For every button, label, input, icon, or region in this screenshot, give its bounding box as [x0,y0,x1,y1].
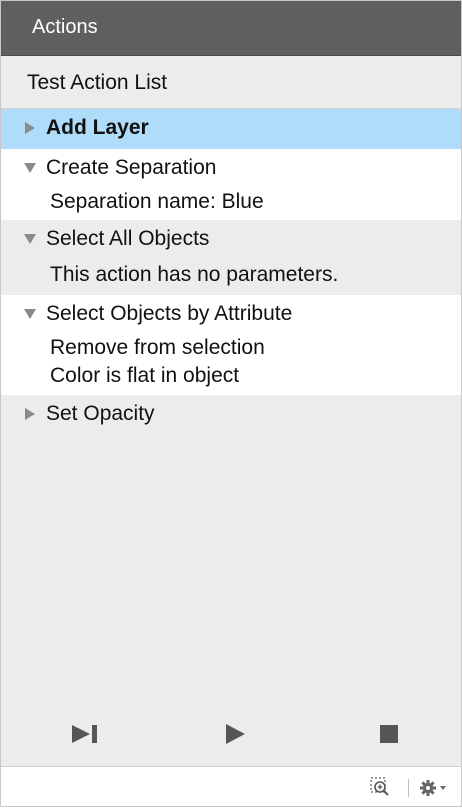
action-label: Set Opacity [46,402,155,425]
action-parameter: This action has no parameters. [50,263,339,286]
action-item-add-layer[interactable]: Add Layer [0,109,462,149]
action-parameter: Remove from selection [50,336,265,359]
stop-icon[interactable] [374,719,404,749]
gear-menu-icon[interactable] [418,777,450,799]
disclosure-expanded-icon[interactable] [22,306,38,322]
action-parameter: Color is flat in object [50,364,240,387]
action-item-set-opacity[interactable]: Set Opacity [0,395,462,435]
disclosure-expanded-icon[interactable] [22,160,38,176]
action-label: Create Separation [46,156,217,179]
action-list-name-row[interactable]: Test Action List [0,56,462,109]
action-label: Select Objects by Attribute [46,302,293,325]
action-item-select-all-objects[interactable]: Select All Objects This action has no pa… [0,220,462,295]
step-forward-icon[interactable] [70,719,100,749]
action-label: Add Layer [46,116,149,139]
action-item-create-separation[interactable]: Create Separation Separation name: Blue [0,149,462,220]
action-item-select-objects-by-attribute[interactable]: Select Objects by Attribute Remove from … [0,295,462,395]
zoom-to-object-icon[interactable] [370,777,394,799]
actions-panel: Actions Test Action List Add Layer Creat… [0,0,462,808]
disclosure-expanded-icon[interactable] [22,231,38,247]
disclosure-collapsed-icon[interactable] [22,120,38,136]
disclosure-collapsed-icon[interactable] [22,406,38,422]
panel-title: Actions [32,16,98,38]
footer-separator [408,779,409,797]
panel-footer [0,766,462,808]
panel-title-bar[interactable]: Actions [0,0,462,56]
playback-controls [0,700,462,766]
action-label: Select All Objects [46,227,210,250]
play-icon[interactable] [220,719,250,749]
action-list-name: Test Action List [27,71,168,94]
action-parameter: Separation name: Blue [50,190,264,213]
